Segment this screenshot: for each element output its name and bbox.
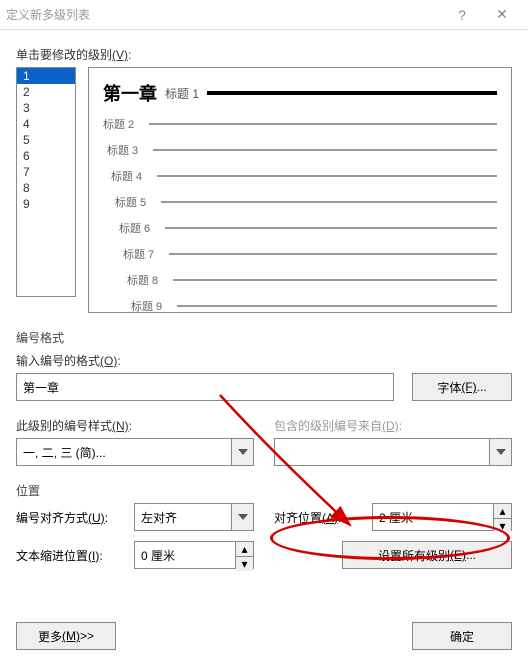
preview-rule bbox=[207, 91, 497, 95]
level-item[interactable]: 9 bbox=[17, 196, 75, 212]
font-button[interactable]: 字体(F)... bbox=[412, 373, 512, 401]
include-from-label: 包含的级别编号来自(D): bbox=[274, 417, 512, 434]
preview-chapter-sub: 标题 1 bbox=[165, 85, 199, 102]
spin-up-icon[interactable]: ▴ bbox=[236, 542, 253, 557]
preview-row: 标题 6 bbox=[103, 220, 497, 236]
preview-row: 标题 9 bbox=[103, 298, 497, 314]
ok-button[interactable]: 确定 bbox=[412, 622, 512, 650]
more-button[interactable]: 更多(M) >> bbox=[16, 622, 116, 650]
spin-down-icon[interactable]: ▾ bbox=[236, 557, 253, 571]
style-label: 此级别的编号样式(N): bbox=[16, 417, 254, 434]
chevron-down-icon bbox=[489, 439, 511, 465]
position-section: 位置 bbox=[16, 482, 512, 499]
preview-row: 标题 7 bbox=[103, 246, 497, 262]
titlebar: 定义新多级列表 ? ✕ bbox=[0, 0, 528, 30]
level-item[interactable]: 2 bbox=[17, 84, 75, 100]
include-from-combo[interactable] bbox=[274, 438, 512, 466]
spin-up-icon[interactable]: ▴ bbox=[494, 504, 511, 519]
enter-format-label: 输入编号的格式(O): bbox=[16, 352, 512, 369]
indent-pos-label: 文本缩进位置(I): bbox=[16, 547, 126, 564]
window-title: 定义新多级列表 bbox=[6, 6, 442, 23]
level-item[interactable]: 5 bbox=[17, 132, 75, 148]
chevron-down-icon bbox=[231, 439, 253, 465]
level-listbox[interactable]: 123456789 bbox=[16, 67, 76, 297]
level-item[interactable]: 3 bbox=[17, 100, 75, 116]
click-level-label: 单击要修改的级别(V): bbox=[16, 46, 512, 63]
close-button[interactable]: ✕ bbox=[482, 6, 522, 23]
level-item[interactable]: 6 bbox=[17, 148, 75, 164]
level-item[interactable]: 8 bbox=[17, 180, 75, 196]
preview-row: 标题 3 bbox=[103, 142, 497, 158]
style-combo[interactable]: 一, 二, 三 (简)... bbox=[16, 438, 254, 466]
level-item[interactable]: 1 bbox=[17, 68, 75, 84]
preview-row: 标题 4 bbox=[103, 168, 497, 184]
align-pos-label: 对齐位置(A): bbox=[274, 509, 364, 526]
preview-row: 标题 2 bbox=[103, 116, 497, 132]
preview-pane: 第一章 标题 1 标题 2 标题 3 标题 4 标题 5 标题 6 标题 7 标题 8 标题 … bbox=[88, 67, 512, 313]
format-input[interactable] bbox=[16, 373, 394, 401]
preview-row: 标题 5 bbox=[103, 194, 497, 210]
align-mode-label: 编号对齐方式(U): bbox=[16, 509, 126, 526]
preview-row: 标题 8 bbox=[103, 272, 497, 288]
preview-chapter: 第一章 bbox=[103, 80, 157, 106]
level-item[interactable]: 7 bbox=[17, 164, 75, 180]
align-mode-combo[interactable]: 左对齐 bbox=[134, 503, 254, 531]
level-item[interactable]: 4 bbox=[17, 116, 75, 132]
chevron-down-icon bbox=[231, 504, 253, 530]
number-format-section: 编号格式 bbox=[16, 329, 512, 346]
spin-down-icon[interactable]: ▾ bbox=[494, 519, 511, 533]
help-button[interactable]: ? bbox=[442, 7, 482, 23]
set-all-levels-button[interactable]: 设置所有级别(E)... bbox=[342, 541, 512, 569]
align-pos-spinner[interactable]: 2 厘米 ▴▾ bbox=[372, 503, 512, 531]
indent-pos-spinner[interactable]: 0 厘米 ▴▾ bbox=[134, 541, 254, 569]
